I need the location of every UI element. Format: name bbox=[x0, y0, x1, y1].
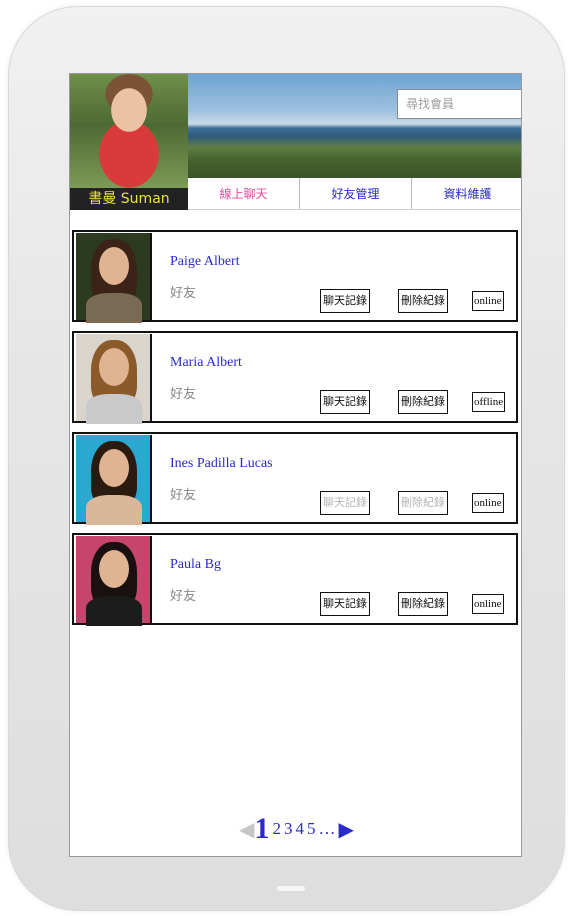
page-number-link[interactable]: 2 bbox=[273, 819, 282, 838]
friend-relation: 好友 bbox=[170, 488, 197, 503]
friend-photo bbox=[76, 536, 152, 626]
delete-record-button[interactable]: 刪除紀錄 bbox=[398, 390, 448, 414]
friend-photo bbox=[76, 334, 152, 424]
friend-card: Paula Bg 好友 聊天記錄 刪除紀錄 online bbox=[72, 533, 518, 626]
page-number-link[interactable]: 3 bbox=[284, 819, 293, 838]
friend-photo-face bbox=[99, 247, 129, 285]
friend-name[interactable]: Ines Padilla Lucas bbox=[170, 456, 273, 472]
friend-name[interactable]: Maria Albert bbox=[170, 355, 242, 371]
page-number-link[interactable]: … bbox=[319, 819, 336, 838]
friend-photo-face bbox=[99, 449, 129, 487]
status-badge: online bbox=[472, 493, 504, 513]
pagination: ◀1 2 3 4 5… ▶ bbox=[70, 812, 521, 846]
friend-photo-body bbox=[86, 394, 142, 424]
friend-card: Maria Albert 好友 聊天記錄 刪除紀錄 offline bbox=[72, 331, 518, 424]
main-tabs: 線上聊天 好友管理 資料維護 bbox=[188, 178, 521, 210]
friend-card: Ines Padilla Lucas 好友 聊天記錄 刪除紀錄 online bbox=[72, 432, 518, 525]
chat-history-button[interactable]: 聊天記錄 bbox=[320, 592, 370, 616]
friend-photo-body bbox=[86, 293, 142, 323]
friend-list: Paige Albert 好友 聊天記錄 刪除紀錄 online Maria Albert… bbox=[72, 230, 518, 634]
friend-photo bbox=[76, 435, 152, 525]
prev-page-icon[interactable]: ◀ bbox=[239, 817, 254, 842]
user-avatar bbox=[70, 74, 188, 188]
friend-relation: 好友 bbox=[170, 286, 197, 301]
current-page: 1 bbox=[254, 812, 270, 845]
friend-photo-face bbox=[99, 348, 129, 386]
next-page-icon[interactable]: ▶ bbox=[339, 817, 354, 842]
status-badge: offline bbox=[472, 392, 506, 412]
user-name: 書曼 Suman bbox=[70, 188, 188, 210]
delete-record-button[interactable]: 刪除紀錄 bbox=[398, 289, 448, 313]
friend-card: Paige Albert 好友 聊天記錄 刪除紀錄 online bbox=[72, 230, 518, 323]
friend-name[interactable]: Paula Bg bbox=[170, 557, 221, 573]
friend-relation: 好友 bbox=[170, 589, 197, 604]
friend-photo-body bbox=[86, 596, 142, 626]
friend-photo bbox=[76, 233, 152, 323]
chat-history-button[interactable]: 聊天記錄 bbox=[320, 390, 370, 414]
status-badge: online bbox=[472, 594, 504, 614]
friend-photo-body bbox=[86, 495, 142, 525]
page-number-link[interactable]: 4 bbox=[296, 819, 305, 838]
chat-history-button[interactable]: 聊天記錄 bbox=[320, 491, 370, 515]
tab-online-chat[interactable]: 線上聊天 bbox=[188, 178, 299, 209]
delete-record-button[interactable]: 刪除紀錄 bbox=[398, 491, 448, 515]
tab-friend-management[interactable]: 好友管理 bbox=[299, 178, 411, 209]
tab-profile-maintenance[interactable]: 資料維護 bbox=[411, 178, 521, 209]
status-badge: online bbox=[472, 291, 504, 311]
friend-name[interactable]: Paige Albert bbox=[170, 254, 240, 270]
page-number-link[interactable]: 5 bbox=[307, 819, 316, 838]
friend-photo-face bbox=[99, 550, 129, 588]
chat-history-button[interactable]: 聊天記錄 bbox=[320, 289, 370, 313]
home-indicator bbox=[277, 886, 305, 891]
app-screen: 書曼 Suman 尋找會員 登出 線上聊天 好友管理 資料維護 Paige Al… bbox=[69, 73, 522, 857]
header-banner: 尋找會員 登出 bbox=[188, 74, 521, 178]
delete-record-button[interactable]: 刪除紀錄 bbox=[398, 592, 448, 616]
friend-relation: 好友 bbox=[170, 387, 197, 402]
search-input[interactable]: 尋找會員 bbox=[397, 89, 521, 119]
